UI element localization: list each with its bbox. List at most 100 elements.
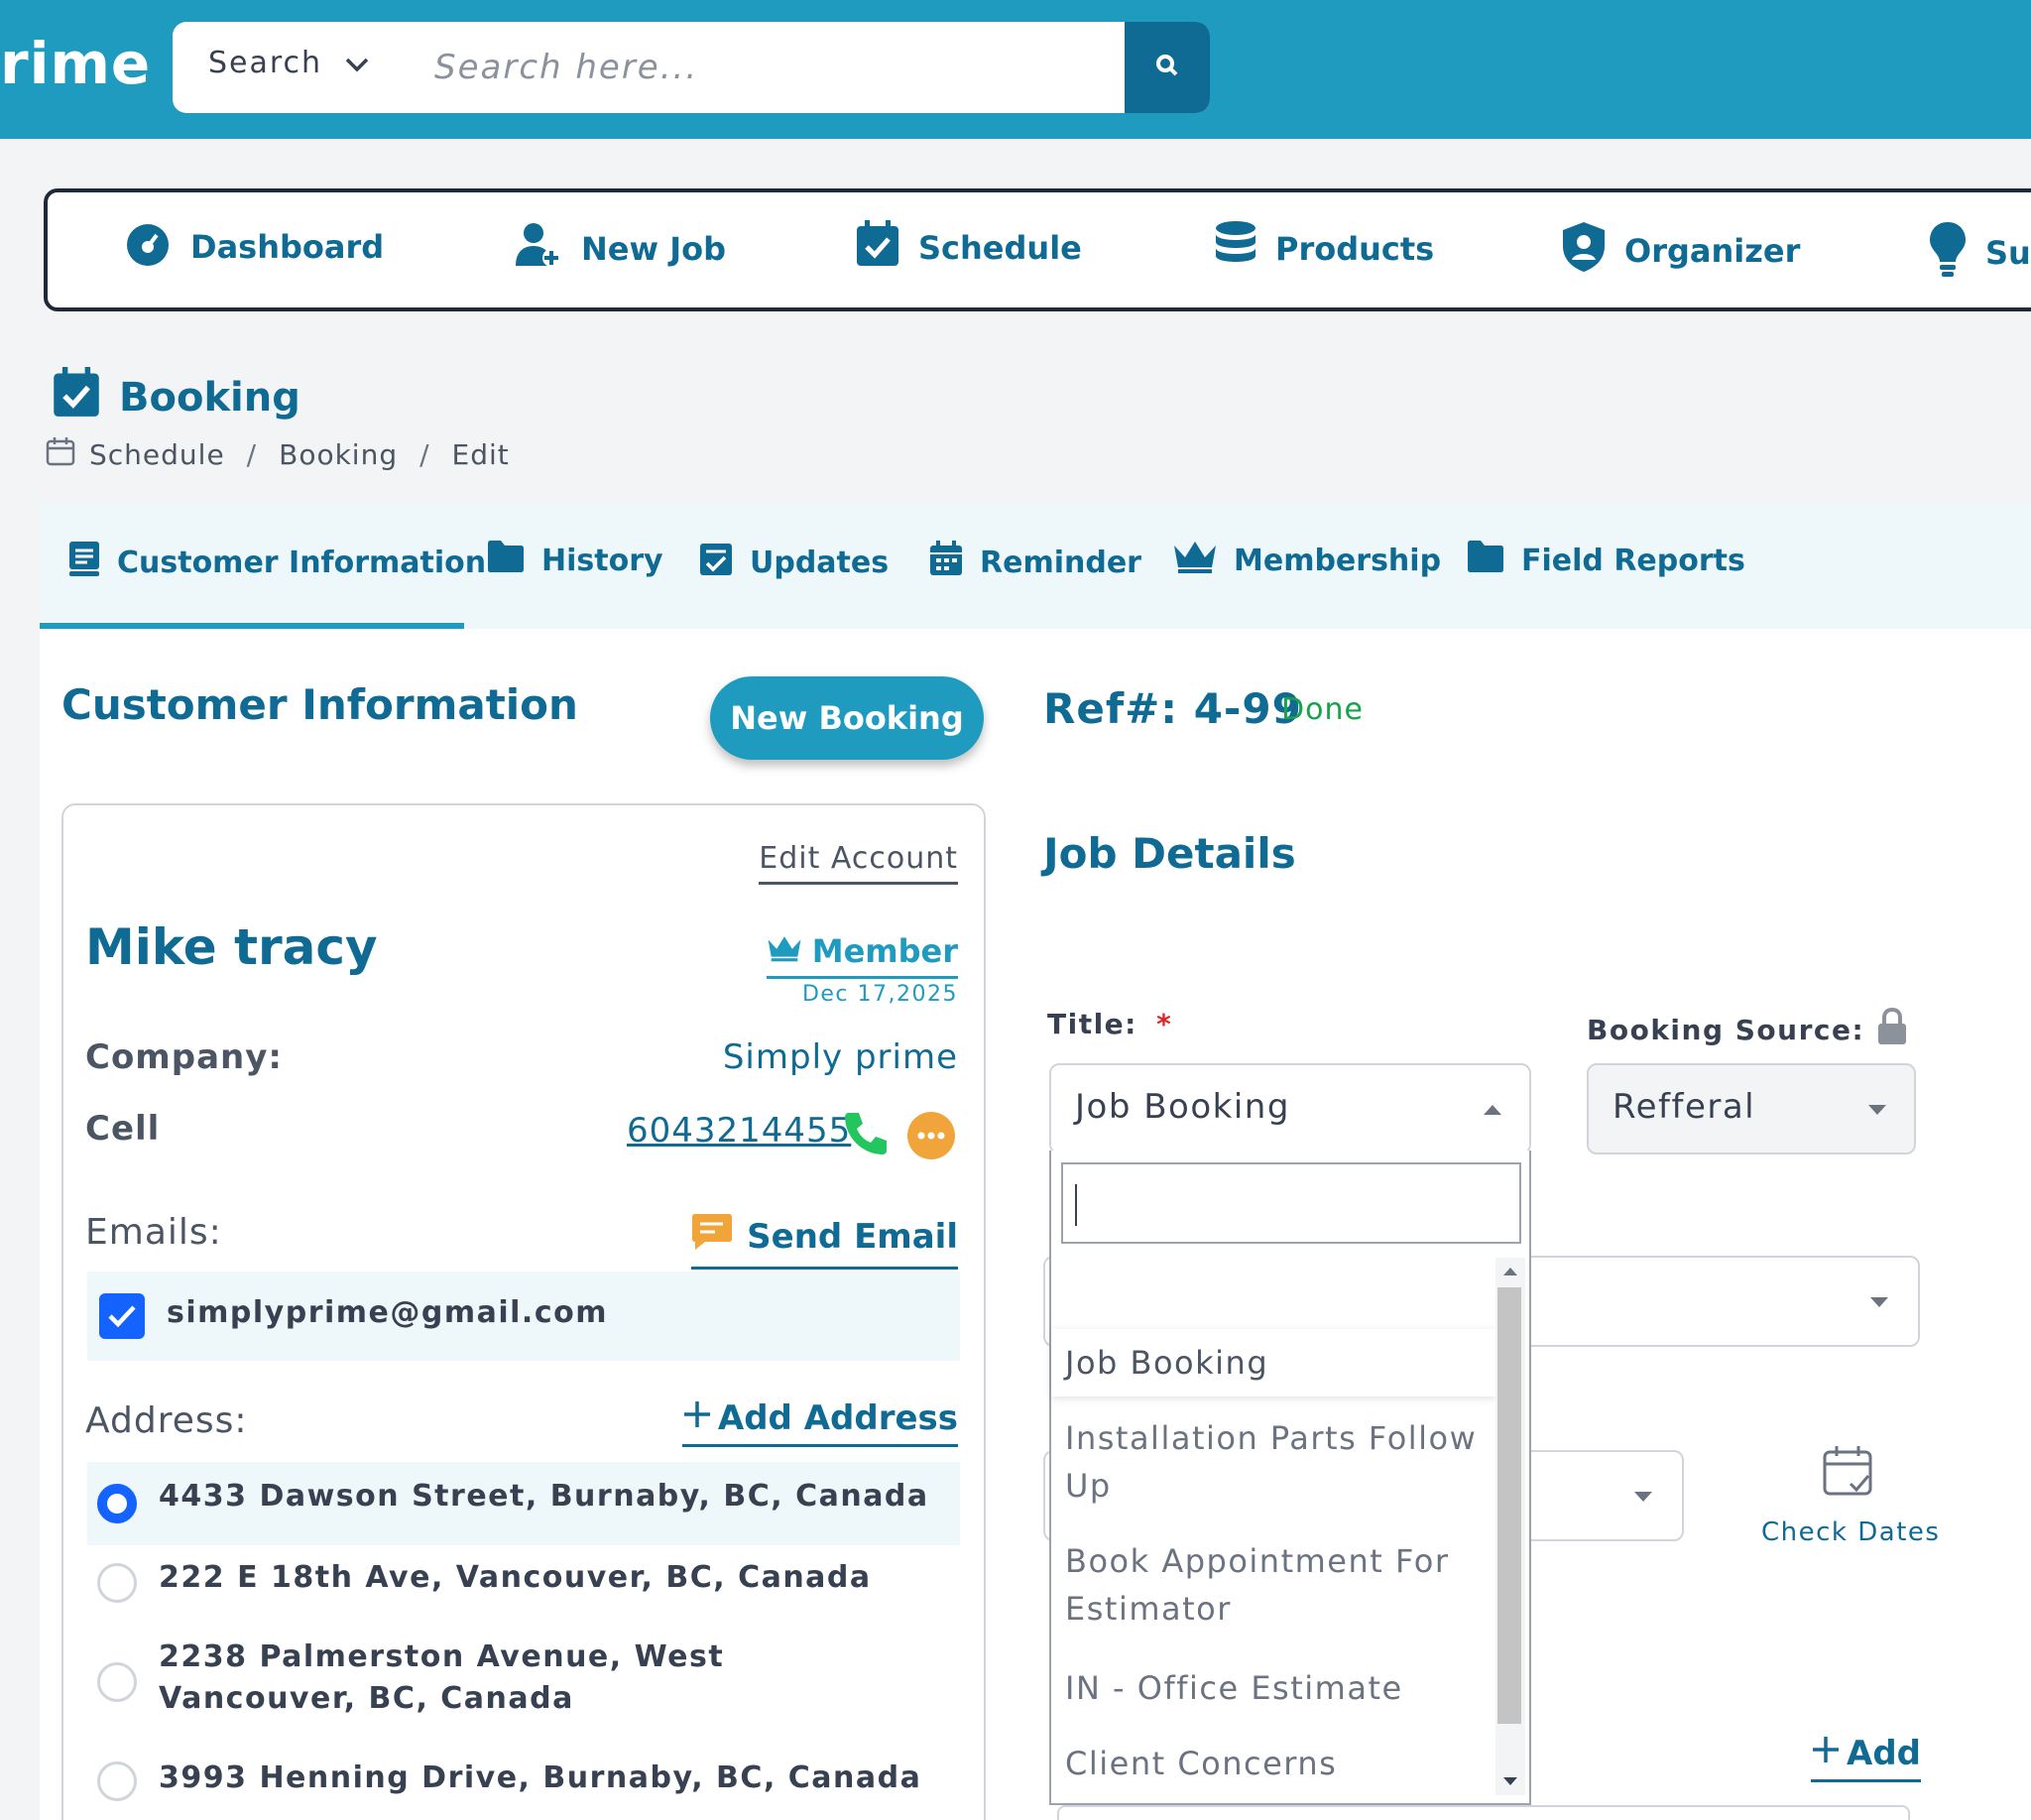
caret-down-icon [1868,1105,1886,1115]
nav-item-label: Dashboard [190,228,385,266]
search-input[interactable] [434,22,1029,113]
email-checkbox[interactable] [99,1293,145,1339]
dropdown-search-input[interactable] [1061,1162,1521,1244]
tab-label: Reminder [980,545,1141,580]
breadcrumb-separator: / [246,438,258,471]
phone-icon[interactable] [843,1111,889,1160]
search-button[interactable] [1125,22,1210,113]
tab-label: History [541,543,663,578]
booking-source-value: Refferal [1613,1087,1756,1127]
nav-item-products[interactable]: Products [1214,220,1434,278]
emails-label: Emails: [85,1212,222,1253]
new-booking-button[interactable]: New Booking [710,676,984,760]
nav-item-schedule[interactable]: Schedule [855,220,1082,276]
required-mark: * [1156,1008,1173,1040]
page-title: Booking [52,367,300,428]
nav-item-label: Organizer [1624,232,1801,270]
add-link[interactable]: Add [1811,1734,1921,1782]
crown-icon [1172,540,1218,581]
clipboard-check-icon [698,540,734,585]
address-2[interactable]: 222 E 18th Ave, Vancouver, BC, Canada [159,1557,872,1599]
member-link[interactable]: Member [766,932,958,979]
scroll-up-icon[interactable] [1503,1268,1517,1275]
breadcrumb-schedule[interactable]: Schedule [89,438,225,471]
nav-item-label: Su [1985,234,2031,272]
calendar-check-icon[interactable] [1821,1444,1876,1504]
tab-history[interactable]: History [486,540,663,581]
nav-item-organizer[interactable]: Organizer [1561,220,1800,282]
id-card-icon [67,540,101,585]
title-label-text: Title: [1047,1008,1137,1040]
edit-account-link[interactable]: Edit Account [759,841,958,885]
tab-label: Field Reports [1521,543,1745,578]
tab-membership[interactable]: Membership [1172,540,1441,581]
booking-source-select[interactable]: Refferal [1587,1063,1916,1154]
cell-label: Cell [85,1109,161,1149]
customer-information-title: Customer Information [61,680,578,729]
email-address: simplyprime@gmail.com [167,1295,608,1330]
chevron-down-icon[interactable] [343,48,371,82]
cell-phone-link[interactable]: 6043214455 [627,1111,851,1151]
search-bar: Search [173,22,1210,113]
caret-down-icon [1870,1297,1888,1307]
check-dates-link[interactable]: Check Dates [1761,1517,1940,1547]
calendar-icon [928,540,964,585]
title-select[interactable]: Job Booking [1049,1063,1531,1154]
dropdown-scrollbar-thumb[interactable] [1497,1287,1521,1724]
address-4[interactable]: 3993 Henning Drive, Burnaby, BC, Canada [159,1758,921,1799]
text-cursor [1075,1184,1077,1226]
address-1[interactable]: 4433 Dawson Street, Burnaby, BC, Canada [159,1476,929,1517]
nav-item-dashboard[interactable]: Dashboard [123,220,384,274]
gauge-icon [123,220,173,274]
company-label: Company: [85,1037,283,1077]
crown-icon [767,932,802,970]
booking-source-label: Booking Source: [1587,1007,1908,1052]
tab-bar: Customer Information History Updates Rem… [40,504,2031,629]
plus-icon [1811,1734,1841,1773]
breadcrumb: Schedule / Booking / Edit [46,436,510,473]
nav-item-support[interactable]: Su [1928,220,2031,286]
breadcrumb-booking[interactable]: Booking [279,438,398,471]
folder-icon [486,540,526,581]
dropdown-option-book-appointment[interactable]: Book Appointment For Estimator [1051,1537,1495,1633]
brand-logo[interactable]: rime [0,30,151,97]
member-label: Member [811,932,958,970]
main-nav: Dashboard New Job Schedule Products Orga… [44,188,2031,311]
plus-icon [682,1398,712,1438]
breadcrumb-edit: Edit [451,438,510,471]
address-3[interactable]: 2238 Palmerston Avenue, West Vancouver, … [159,1637,932,1720]
tab-customer-information[interactable]: Customer Information [67,540,486,585]
job-details-title: Job Details [1043,829,1296,878]
lightbulb-icon [1928,220,1968,286]
address-radio-4[interactable] [97,1761,137,1801]
address-radio-2[interactable] [97,1563,137,1603]
search-icon [1154,53,1180,82]
tab-label: Updates [750,545,890,580]
nav-item-label: Products [1275,230,1435,268]
page-title-text: Booking [119,375,300,421]
address-radio-1[interactable] [97,1484,137,1523]
dropdown-option-office-estimate[interactable]: IN - Office Estimate [1051,1664,1495,1712]
folder-icon [1466,540,1505,581]
dropdown-option-client-concerns[interactable]: Client Concerns [1051,1740,1495,1787]
dropdown-option-job-booking[interactable]: Job Booking [1051,1329,1495,1396]
caret-down-icon [1634,1492,1652,1502]
address-label: Address: [85,1400,248,1441]
tab-updates[interactable]: Updates [698,540,889,585]
tab-label: Membership [1234,543,1442,578]
chat-icon[interactable] [906,1111,956,1164]
send-email-link[interactable]: Send Email [691,1212,958,1270]
message-icon [691,1212,733,1261]
search-type-label[interactable]: Search [208,46,322,80]
customer-name: Mike tracy [85,918,378,976]
status-badge: Done [1281,692,1364,727]
add-address-link[interactable]: Add Address [681,1398,958,1447]
send-email-label: Send Email [747,1216,958,1257]
tab-field-reports[interactable]: Field Reports [1466,540,1745,581]
tab-reminder[interactable]: Reminder [928,540,1141,585]
nav-item-label: New Job [581,230,726,268]
scroll-down-icon[interactable] [1503,1777,1517,1785]
nav-item-new-job[interactable]: New Job [514,220,726,278]
address-radio-3[interactable] [97,1662,137,1702]
dropdown-option-installation-parts[interactable]: Installation Parts Follow Up [1051,1414,1495,1510]
